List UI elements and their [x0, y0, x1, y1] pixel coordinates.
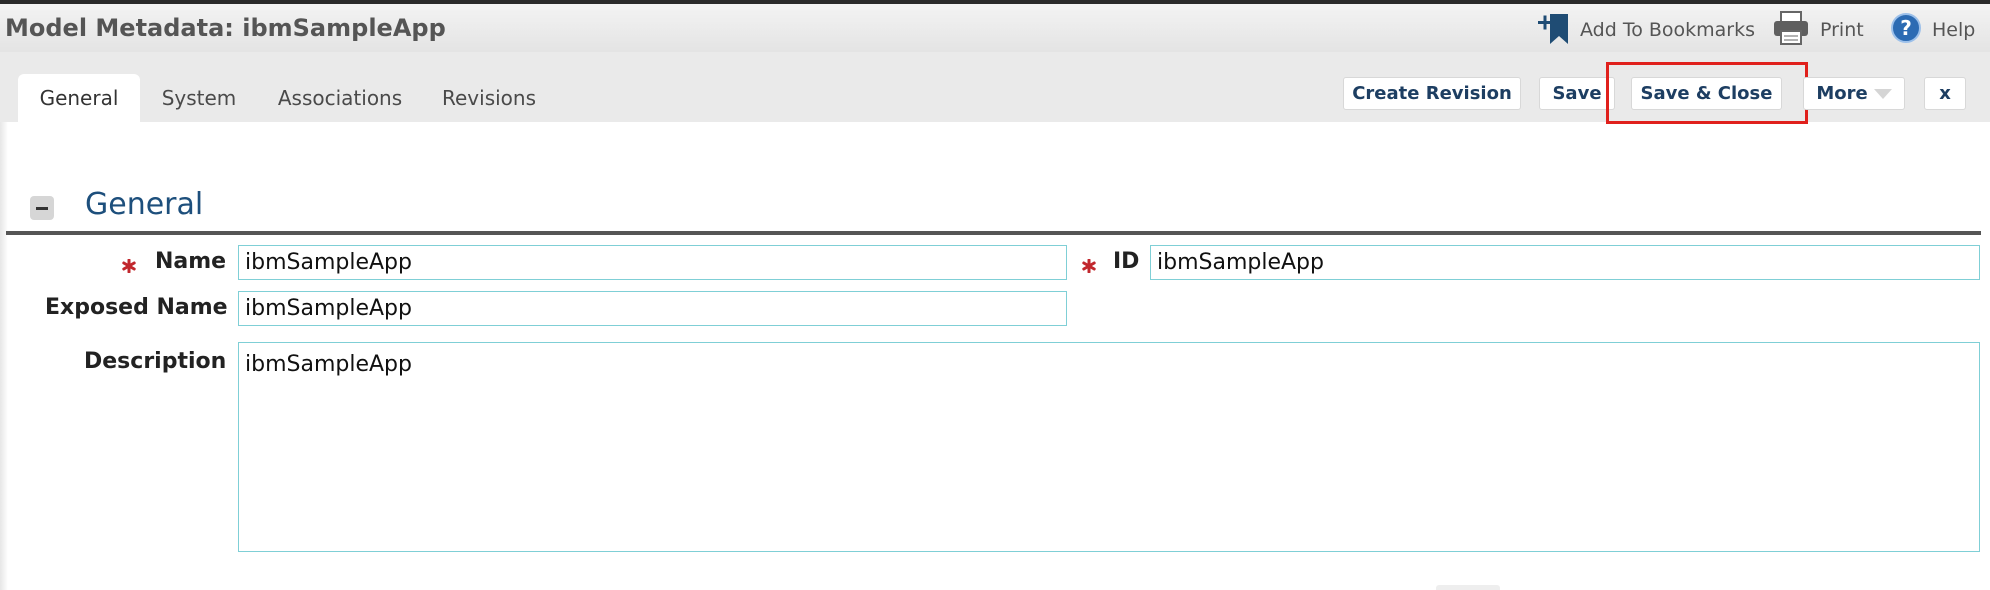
page-title: Model Metadata: ibmSampleApp	[5, 14, 446, 42]
add-to-bookmarks-link[interactable]: Add To Bookmarks	[1536, 12, 1755, 48]
title-bar: Model Metadata: ibmSampleApp Add To Book…	[0, 4, 1990, 52]
help-icon: ?	[1890, 12, 1922, 49]
id-label: ID	[1113, 249, 1140, 274]
svg-text:?: ?	[1900, 16, 1912, 40]
add-to-bookmarks-label: Add To Bookmarks	[1580, 19, 1756, 41]
help-link[interactable]: ? Help	[1890, 12, 1975, 48]
left-shadow	[0, 122, 8, 590]
create-revision-button[interactable]: Create Revision	[1343, 77, 1521, 110]
print-label: Print	[1820, 19, 1864, 41]
section-title: General	[85, 187, 204, 222]
tab-general[interactable]: General	[18, 74, 140, 122]
tab-associations[interactable]: Associations	[262, 74, 418, 122]
tab-system[interactable]: System	[144, 74, 254, 122]
collapse-minus-icon[interactable]	[30, 196, 54, 220]
save-and-close-highlight	[1606, 62, 1808, 124]
description-textarea[interactable]: ibmSampleApp	[238, 342, 1980, 552]
exposed-name-label: Exposed Name	[45, 295, 228, 320]
help-label: Help	[1932, 19, 1976, 41]
exposed-name-input[interactable]	[238, 291, 1067, 326]
save-button[interactable]: Save	[1539, 77, 1615, 110]
name-input[interactable]	[238, 245, 1067, 280]
printer-icon	[1772, 10, 1810, 51]
print-link[interactable]: Print	[1772, 10, 1864, 51]
required-asterisk-icon	[1082, 259, 1096, 273]
section-divider	[6, 231, 1981, 235]
next-section-tab	[1436, 585, 1500, 590]
bookmark-add-icon	[1536, 10, 1570, 51]
required-asterisk-icon	[122, 259, 136, 273]
more-button[interactable]: More	[1803, 77, 1905, 110]
tab-revisions[interactable]: Revisions	[424, 74, 554, 122]
more-label: More	[1816, 83, 1868, 104]
name-label: Name	[155, 249, 227, 274]
close-button[interactable]: x	[1924, 77, 1966, 110]
id-input[interactable]	[1150, 245, 1980, 280]
chevron-down-icon	[1873, 88, 1892, 99]
description-label: Description	[84, 349, 227, 374]
